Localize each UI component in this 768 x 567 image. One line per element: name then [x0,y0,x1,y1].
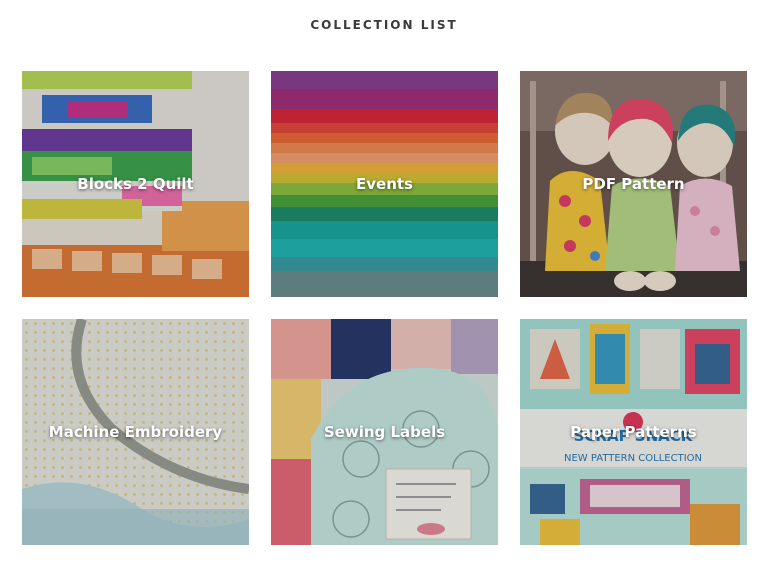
collection-tile-events[interactable]: Events [271,71,498,297]
collection-tile-machine-embroidery[interactable]: Machine Embroidery [22,319,249,545]
collection-tile-pdf-pattern[interactable]: PDF Pattern [520,71,747,297]
collection-label: Blocks 2 Quilt [77,175,194,193]
collection-label: Paper Patterns [570,423,697,441]
collection-label: Events [356,175,413,193]
page-title: COLLECTION LIST [310,18,458,32]
collection-label: Sewing Labels [323,423,446,441]
collection-tile-sewing-labels[interactable]: Sewing Labels [271,319,498,545]
collection-tile-paper-patterns[interactable]: SCRAP SNACK NEW PATTERN COLLECTION Paper… [520,319,747,545]
collection-tile-blocks-2-quilt[interactable]: Blocks 2 Quilt [22,71,249,297]
collection-label: PDF Pattern [582,175,685,193]
collection-label: Machine Embroidery [48,423,223,441]
